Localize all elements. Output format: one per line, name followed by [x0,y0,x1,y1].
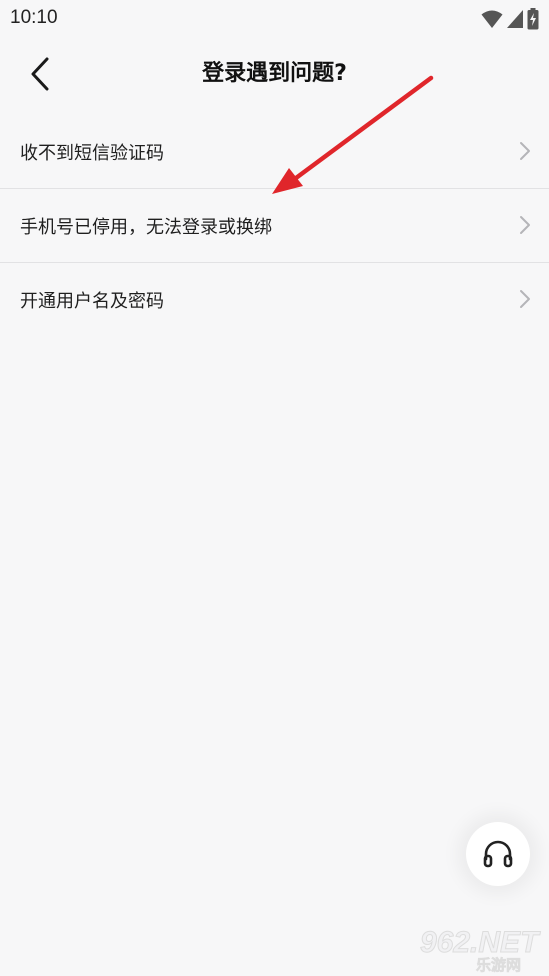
status-time: 10:10 [10,7,58,28]
chevron-right-icon [520,142,530,160]
status-bar: 10:10 [0,0,549,38]
page-title: 登录遇到问题? [202,61,347,86]
watermark-text: 962.NET [420,926,541,959]
watermark-logo: 962.NET 乐游网 [420,926,542,975]
status-icons [481,8,539,30]
customer-support-button[interactable] [466,822,530,886]
menu-item-label: 开通用户名及密码 [20,290,164,312]
battery-charging-icon [527,8,539,30]
menu-item-open-username-password[interactable]: 开通用户名及密码 [0,263,549,336]
wifi-icon [481,10,503,28]
headset-icon [483,840,513,868]
menu-item-label: 收不到短信验证码 [20,142,164,164]
menu-item-phone-deactivated[interactable]: 手机号已停用，无法登录或换绑 [0,189,549,263]
menu-item-no-sms-code[interactable]: 收不到短信验证码 [0,115,549,189]
chevron-right-icon [520,216,530,234]
watermark-subtext: 乐游网 [476,956,521,974]
nav-bar: 登录遇到问题? [0,38,549,110]
menu-item-label: 手机号已停用，无法登录或换绑 [20,216,272,238]
chevron-right-icon [520,290,530,308]
signal-icon [507,10,523,28]
menu-list: 收不到短信验证码 手机号已停用，无法登录或换绑 开通用户名及密码 [0,115,549,336]
